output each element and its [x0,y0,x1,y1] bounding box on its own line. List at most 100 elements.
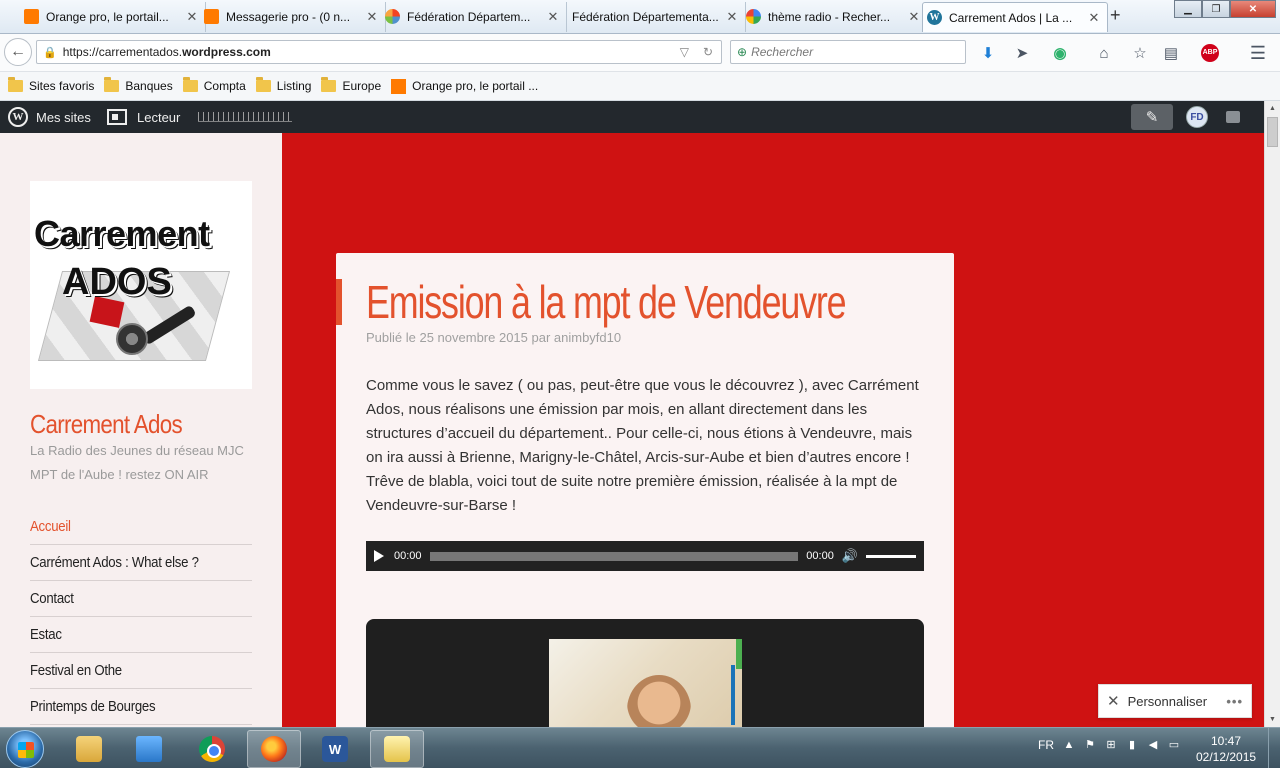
bookmark-folder[interactable]: Compta [182,77,246,93]
wrench-icon: ✕ [1107,693,1120,710]
reader-link[interactable]: Lecteur [107,101,180,133]
tab-label: thème radio - Recher... [768,10,891,24]
menu-item-what-else[interactable]: Carrément Ados : What else ? [30,545,252,581]
menu-item-accueil[interactable]: Accueil [30,509,252,545]
my-sites-link[interactable]: W Mes sites [8,101,91,133]
battery-icon[interactable]: ▭ [1168,739,1180,751]
bookmark-label: Listing [276,79,312,93]
notifications-button[interactable] [1226,101,1240,133]
volume-icon[interactable]: ◀ [1147,739,1159,751]
outlook-icon [384,736,410,762]
browser-tab[interactable]: Fédération Départem... ✕ [381,2,567,32]
thumbnail-person [627,675,691,727]
browser-tab-active[interactable]: W Carrement Ados | La ... ✕ [922,2,1108,32]
menu-label: Festival en Othe [30,662,122,679]
orange-square-icon [391,78,407,94]
wordpress-icon: W [8,107,28,127]
star-icon[interactable]: ☆ [1130,43,1150,63]
taskbar-firefox[interactable] [247,730,301,768]
activity-sparkline [198,101,292,133]
back-button[interactable]: ← [4,38,32,66]
post-title[interactable]: Emission à la mpt de Vendeuvre [366,275,847,329]
post-body: Comme vous le savez ( ou pas, peut-être … [366,377,919,514]
bookmark-folder[interactable]: Europe [321,77,381,93]
windows-taskbar: W FR ▲ ⚑ ⊞ ▮ ◀ ▭ 10:47 02/12/2015 [0,727,1280,768]
url-bar[interactable]: 🔒 https://carrementados. wordpress.com ▽ … [36,40,722,64]
download-icon[interactable]: ⬇ [978,43,998,63]
show-desktop-button[interactable] [1268,728,1280,768]
reload-icon[interactable]: ↻ [703,45,713,59]
taskbar-chrome[interactable] [185,730,239,768]
thumbnail-detail [736,639,742,669]
customize-button[interactable]: ✕ Personnaliser ••• [1098,684,1252,718]
volume-slider[interactable] [866,554,916,558]
more-icon[interactable]: ••• [1226,694,1243,709]
menu-icon[interactable]: ☰ [1248,43,1268,63]
system-tray: FR ▲ ⚑ ⊞ ▮ ◀ ▭ [1038,738,1180,752]
orange-square-icon [204,9,219,24]
lock-icon: 🔒 [43,46,57,59]
close-icon[interactable]: ✕ [1087,10,1101,26]
close-icon[interactable]: ✕ [546,9,560,25]
taskbar-word[interactable]: W [308,730,362,768]
send-icon[interactable]: ➤ [1012,43,1032,63]
title-accent-bar [336,279,342,325]
grammarly-icon[interactable]: ◉ [1050,43,1070,63]
site-title[interactable]: Carrement Ados [30,409,183,440]
new-tab-button[interactable]: + [1110,5,1121,26]
folder-icon [104,77,120,92]
video-embed[interactable] [366,619,924,727]
dropdown-icon[interactable]: ▽ [680,45,689,59]
close-icon[interactable]: ✕ [907,9,921,25]
clock-time: 10:47 [1210,734,1242,748]
menu-item-festival-en-othe[interactable]: Festival en Othe [30,653,252,689]
play-icon[interactable] [374,550,384,562]
browser-tab[interactable]: Fédération Départementa... ✕ [560,2,746,32]
search-bar[interactable]: ⊕ Rechercher [730,40,966,64]
close-icon[interactable]: ✕ [365,9,379,25]
volume-icon[interactable]: 🔊 [842,548,858,564]
browser-tab[interactable]: Messagerie pro - (0 n... ✕ [200,2,386,32]
menu-label: Estac [30,626,62,643]
taskbar-media-player[interactable] [122,730,176,768]
home-icon[interactable]: ⌂ [1094,43,1114,63]
bookmark-label: Sites favoris [29,79,95,93]
flag-icon[interactable]: ⚑ [1084,739,1096,751]
scroll-up-icon[interactable]: ▲ [1269,105,1276,112]
tab-label: Fédération Départem... [407,10,531,24]
close-icon[interactable]: ✕ [725,9,739,25]
bookmark-link[interactable]: Orange pro, le portail ... [391,78,538,94]
menu-item-estac[interactable]: Estac [30,617,252,653]
show-hidden-icons-icon[interactable]: ▲ [1063,739,1075,751]
menu-item-printemps-de-bourges[interactable]: Printemps de Bourges [30,689,252,725]
network-icon[interactable]: ▮ [1126,739,1138,751]
bookmark-folder[interactable]: Listing [255,77,312,93]
bookmark-folder[interactable]: Sites favoris [8,77,95,93]
page-scrollbar[interactable]: ▲ ▼ [1264,101,1280,727]
close-icon[interactable]: ✕ [185,9,199,25]
user-avatar[interactable]: FD [1186,101,1208,133]
taskbar-outlook[interactable] [370,730,424,768]
write-button[interactable]: ✎ [1131,101,1173,133]
scroll-down-icon[interactable]: ▼ [1269,716,1276,723]
windows-logo-icon [18,742,34,758]
audio-progress-bar[interactable] [429,551,799,561]
start-button[interactable] [6,730,44,768]
browser-tab[interactable]: Orange pro, le portail... ✕ [20,2,206,32]
menu-item-contact[interactable]: Contact [30,581,252,617]
close-window-button[interactable]: ✕ [1230,0,1276,18]
page-viewport: Carrement ADOS Carrement Ados La Radio d… [0,133,1264,727]
scroll-thumb[interactable] [1267,117,1278,147]
maximize-button[interactable]: ❐ [1202,0,1230,18]
post-meta: Publié le 25 novembre 2015 par animbyfd1… [366,330,622,345]
adblock-icon[interactable]: ABP [1197,43,1223,63]
windows-update-icon[interactable]: ⊞ [1105,739,1117,751]
clock[interactable]: 10:47 02/12/2015 [1196,733,1256,765]
site-logo[interactable]: Carrement ADOS [30,181,252,389]
bookmark-folder[interactable]: Banques [104,77,173,93]
minimize-button[interactable]: ▁ [1174,0,1202,18]
taskbar-explorer[interactable] [62,730,116,768]
reading-list-icon[interactable]: ▤ [1161,43,1181,63]
browser-tab[interactable]: thème radio - Recher... ✕ [742,2,928,32]
language-indicator[interactable]: FR [1038,738,1054,752]
